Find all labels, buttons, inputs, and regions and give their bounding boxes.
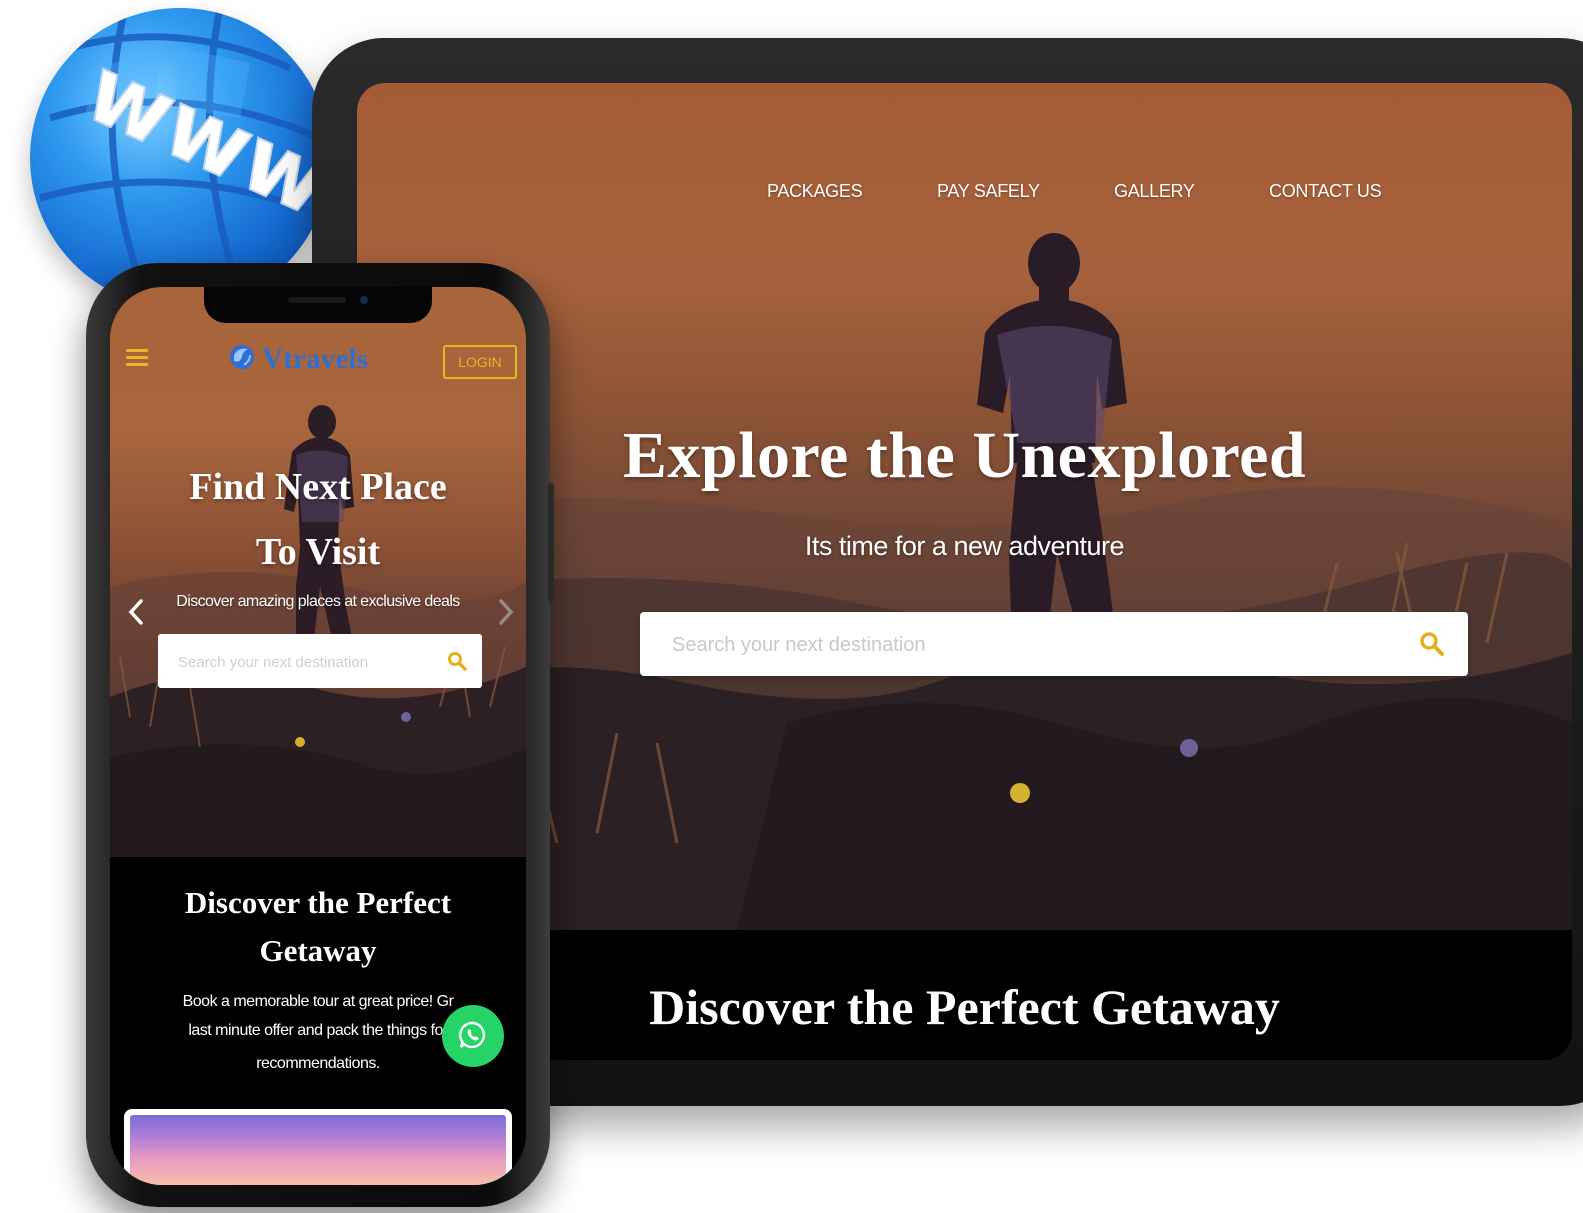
logo-text: Vtravels bbox=[262, 342, 369, 375]
phone-speaker bbox=[288, 297, 346, 303]
phone-camera bbox=[360, 296, 368, 304]
nav-packages[interactable]: PACKAGES bbox=[767, 181, 863, 202]
destination-card-image bbox=[130, 1115, 506, 1185]
mobile-search-input[interactable] bbox=[176, 634, 440, 690]
search-input[interactable] bbox=[670, 612, 1414, 678]
whatsapp-button[interactable] bbox=[442, 1005, 504, 1067]
phone-side-button bbox=[548, 483, 554, 603]
mobile-section-title-line2: Getaway bbox=[259, 933, 377, 968]
mobile-hero: Vtravels LOGIN Find Next Place To Visit … bbox=[110, 287, 526, 857]
whatsapp-icon bbox=[458, 1020, 488, 1053]
menu-icon[interactable] bbox=[126, 349, 152, 369]
login-button[interactable]: LOGIN bbox=[443, 345, 517, 379]
mobile-hero-title: Find Next Place To Visit bbox=[110, 455, 526, 585]
search-icon[interactable] bbox=[446, 650, 468, 677]
nav-gallery[interactable]: GALLERY bbox=[1114, 181, 1195, 202]
mobile-search-bar bbox=[158, 634, 482, 690]
destination-card[interactable] bbox=[124, 1109, 512, 1185]
mobile-website: Vtravels LOGIN Find Next Place To Visit … bbox=[110, 287, 526, 1185]
nav-contact-us[interactable]: CONTACT US bbox=[1269, 181, 1382, 202]
phone-notch bbox=[204, 287, 432, 323]
mobile-section-title: Discover the Perfect Getaway bbox=[110, 879, 526, 975]
top-navigation: PACKAGES PAY SAFELY GALLERY CONTACT US bbox=[357, 181, 1572, 207]
search-bar bbox=[640, 612, 1468, 678]
mobile-hero-subtitle: Discover amazing places at exclusive dea… bbox=[176, 593, 460, 610]
mobile-hero-title-line2: To Visit bbox=[255, 531, 381, 573]
mobile-hero-title-line1: Find Next Place bbox=[189, 466, 447, 508]
phone-frame: Vtravels LOGIN Find Next Place To Visit … bbox=[86, 263, 554, 1207]
logo-icon bbox=[228, 343, 256, 376]
mobile-section-title-line1: Discover the Perfect bbox=[184, 885, 452, 920]
nav-pay-safely[interactable]: PAY SAFELY bbox=[937, 181, 1040, 202]
search-icon[interactable] bbox=[1418, 630, 1446, 663]
logo[interactable]: Vtravels bbox=[228, 341, 368, 377]
